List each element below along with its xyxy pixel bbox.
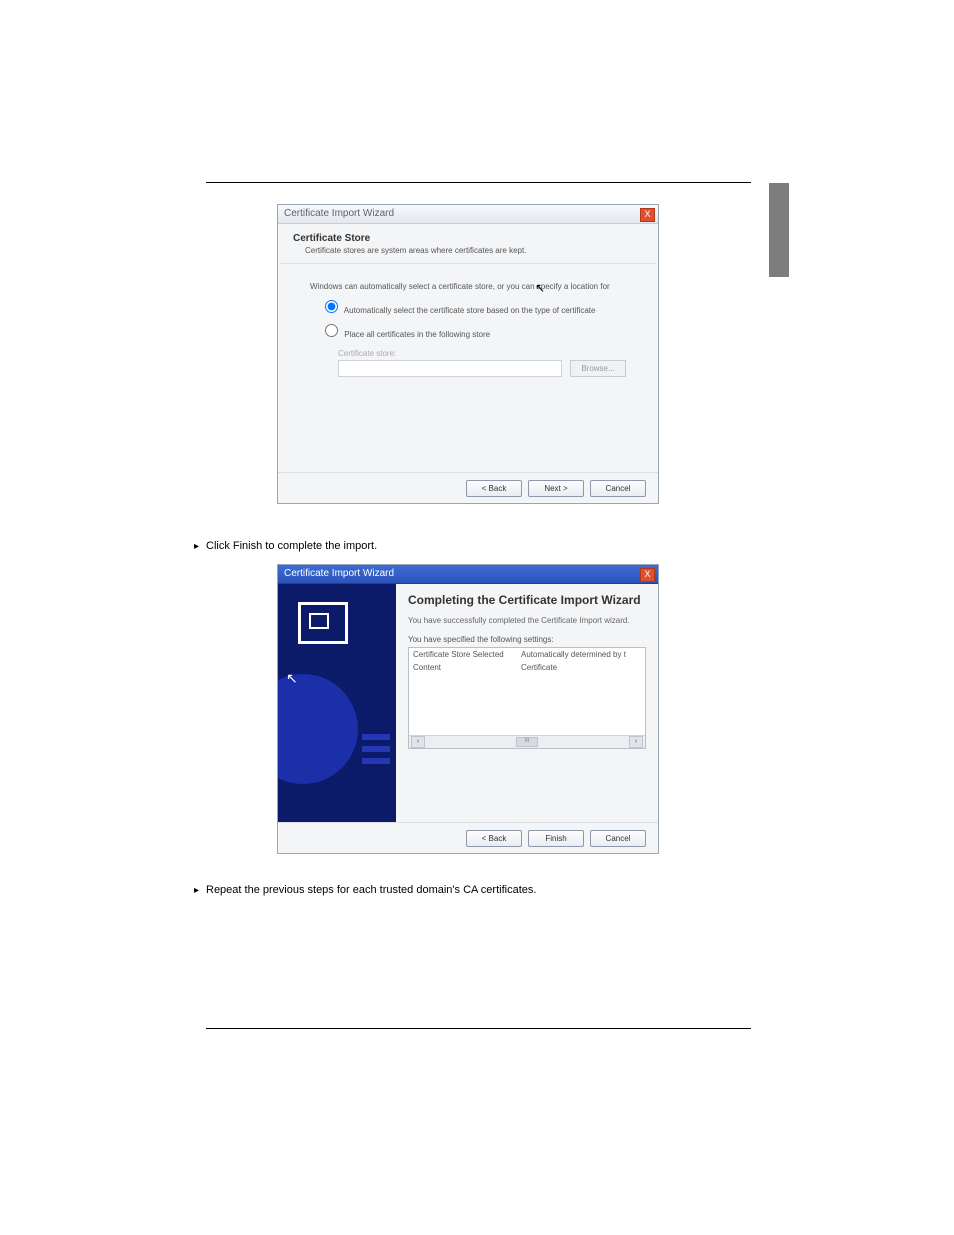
header-rule [206, 182, 751, 183]
finish-button[interactable]: Finish [528, 830, 584, 847]
dialog-footer: < Back Next > Cancel [278, 472, 658, 503]
radio-manual[interactable] [325, 324, 338, 337]
page-index-tab [769, 183, 789, 277]
dialog-titlebar[interactable]: Certificate Import Wizard X [278, 205, 658, 224]
cell-key: Content [413, 663, 521, 672]
dialog-footer: < Back Finish Cancel [278, 822, 658, 853]
cancel-button[interactable]: Cancel [590, 830, 646, 847]
cell-value: Certificate [521, 663, 557, 672]
scroll-right-icon[interactable]: › [629, 736, 643, 748]
certificate-icon [298, 602, 348, 644]
radio-manual-label: Place all certificates in the following … [344, 330, 490, 339]
completion-text: You have successfully completed the Cert… [408, 616, 646, 625]
body-intro-text: Windows can automatically select a certi… [310, 282, 626, 291]
step-repeat-text: Repeat the previous steps for each trust… [206, 884, 536, 896]
dialog-cert-store: Certificate Import Wizard X Certificate … [277, 204, 659, 504]
scroll-thumb[interactable]: III [516, 737, 538, 747]
next-button[interactable]: Next > [528, 480, 584, 497]
radio-auto-row[interactable]: Automatically select the certificate sto… [310, 297, 626, 315]
cursor-icon: ↖ [286, 670, 298, 687]
close-icon[interactable]: X [640, 568, 655, 582]
store-path-input[interactable] [338, 360, 562, 377]
decorative-bars [362, 734, 390, 770]
dialog-title: Certificate Import Wizard [284, 208, 394, 219]
browse-button[interactable]: Browse... [570, 360, 626, 377]
dialog-title: Certificate Import Wizard [284, 568, 394, 579]
store-field-label: Certificate store: [338, 349, 626, 358]
document-page: Certificate Import Wizard X Certificate … [0, 0, 954, 1235]
close-icon[interactable]: X [640, 208, 655, 222]
section-subtext: Certificate stores are system areas wher… [305, 246, 643, 255]
settings-listbox[interactable]: Certificate Store Selected Automatically… [408, 647, 646, 749]
dialog-titlebar[interactable]: Certificate Import Wizard X [278, 565, 658, 584]
cancel-button[interactable]: Cancel [590, 480, 646, 497]
step-finish-text: Click Finish to complete the import. [206, 540, 377, 552]
radio-manual-row[interactable]: Place all certificates in the following … [310, 321, 626, 339]
horizontal-scrollbar[interactable]: ‹ III › [409, 735, 645, 748]
footer-rule [206, 1028, 751, 1029]
list-item: Content Certificate [409, 661, 645, 674]
scroll-left-icon[interactable]: ‹ [411, 736, 425, 748]
radio-auto-label: Automatically select the certificate sto… [344, 306, 596, 315]
back-button[interactable]: < Back [466, 480, 522, 497]
dialog-cert-complete: Certificate Import Wizard X ↖ Completing… [277, 564, 659, 854]
section-heading: Certificate Store [293, 233, 643, 244]
cell-key: Certificate Store Selected [413, 650, 521, 659]
cell-value: Automatically determined by t [521, 650, 626, 659]
settings-label: You have specified the following setting… [408, 635, 646, 644]
radio-auto[interactable] [325, 300, 338, 313]
completion-heading: Completing the Certificate Import Wizard [408, 594, 646, 608]
wizard-sidebar-art: ↖ [278, 584, 396, 822]
list-item: Certificate Store Selected Automatically… [409, 648, 645, 661]
decorative-circle [278, 674, 358, 784]
back-button[interactable]: < Back [466, 830, 522, 847]
